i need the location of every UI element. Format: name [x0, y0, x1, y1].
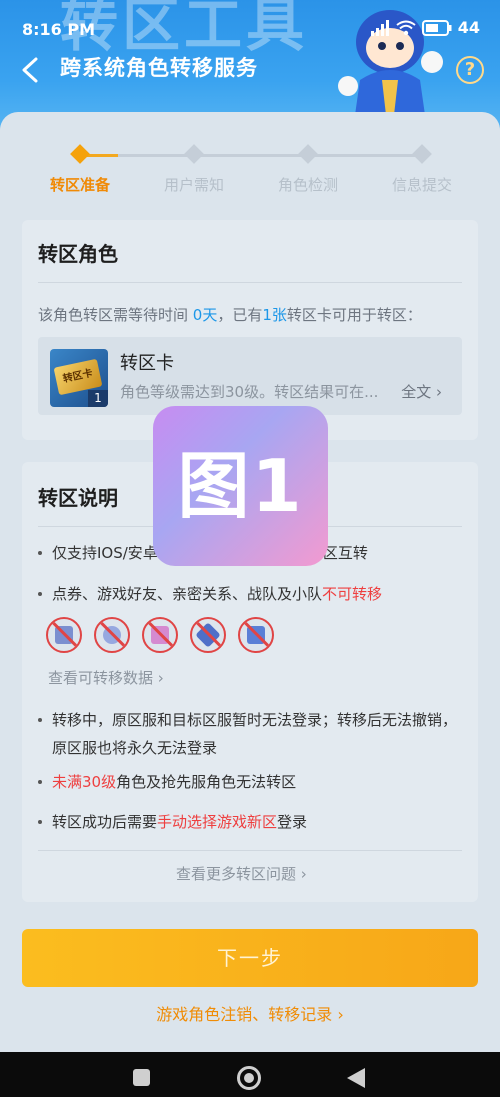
transfer-card-icon: 转区卡 1 [50, 349, 108, 407]
divider [38, 850, 462, 851]
progress-stepper: 转区准备 用户需知 角色检测 信息提交 [30, 144, 472, 200]
back-icon[interactable] [18, 55, 44, 85]
squad-banned-icon [238, 617, 274, 653]
home-icon[interactable] [237, 1066, 261, 1090]
step-label: 信息提交 [391, 176, 452, 194]
step-marker [298, 144, 318, 164]
relationship-banned-icon [142, 617, 178, 653]
step-marker [184, 144, 204, 164]
system-nav-bar [0, 1052, 500, 1097]
card-count: 1张 [262, 306, 287, 324]
transfer-card-item[interactable]: 转区卡 1 转区卡 角色等级需达到30级。转区结果可在... 全文 › [38, 337, 462, 415]
signal-icon [370, 19, 389, 36]
friends-banned-icon [94, 617, 130, 653]
step-marker [412, 144, 432, 164]
item-description: 角色等级需达到30级。转区结果可在... [120, 383, 379, 401]
ticket-banned-icon [46, 617, 82, 653]
chevron-right-icon: › [157, 669, 164, 687]
step-label: 角色检测 [277, 176, 338, 194]
status-bar: 8:16 PM 44 [0, 0, 500, 40]
step-label: 用户需知 [163, 176, 224, 194]
step-submit: 信息提交 [372, 144, 472, 195]
step-prepare: 转区准备 [30, 144, 130, 195]
chevron-right-icon: › [337, 1005, 344, 1024]
rule-login-lock: 转移中，原区服和目标区服暂时无法登录；转移后无法撤销，原区服也将永久无法登录 [38, 706, 462, 762]
info-card-title: 转区说明 [38, 486, 118, 510]
wifi-icon [396, 20, 416, 35]
item-count-badge: 1 [88, 390, 108, 407]
battery-icon [421, 19, 452, 36]
view-transferable-data-link[interactable]: 查看可转移数据 › [48, 667, 164, 688]
recent-apps-icon[interactable] [133, 1069, 150, 1086]
records-link[interactable]: 游戏角色注销、转移记录 › [0, 1001, 500, 1025]
banner-subtitle: 跨系统角色转移服务 [60, 56, 258, 80]
chevron-right-icon: › [436, 383, 442, 401]
rule-level: 未满30级角色及抢先服角色无法转区 [38, 768, 462, 796]
help-icon[interactable]: ? [456, 56, 484, 84]
full-text-link[interactable]: 全文 › [401, 381, 442, 402]
next-step-button[interactable]: 下一步 [22, 929, 478, 987]
back-nav-icon[interactable] [347, 1068, 365, 1088]
non-transferable-icons [46, 617, 274, 653]
more-questions-link[interactable]: 查看更多转区问题 › [176, 863, 307, 884]
status-time: 8:16 PM [22, 20, 96, 39]
step-marker [70, 144, 90, 164]
wait-days: 0天 [192, 306, 218, 324]
step-label: 转区准备 [49, 176, 110, 194]
team-banned-icon [190, 617, 226, 653]
rule-manual-select: 转区成功后需要手动选择游戏新区登录 [38, 808, 462, 836]
step-notice: 用户需知 [144, 144, 244, 195]
chevron-right-icon: › [300, 865, 307, 883]
step-check: 角色检测 [258, 144, 358, 195]
battery-percent: 44 [457, 18, 480, 37]
status-icons: 44 [370, 18, 480, 37]
divider [38, 282, 462, 283]
role-card-title: 转区角色 [38, 242, 118, 266]
item-name: 转区卡 [120, 353, 174, 374]
wait-time-text: 该角色转区需等待时间 0天，已有1张转区卡可用于转区： [38, 306, 422, 324]
rule-non-transferable: 点券、游戏好友、亲密关系、战队及小队不可转移 [38, 580, 462, 608]
figure-label-overlay: 图1 [153, 406, 328, 566]
